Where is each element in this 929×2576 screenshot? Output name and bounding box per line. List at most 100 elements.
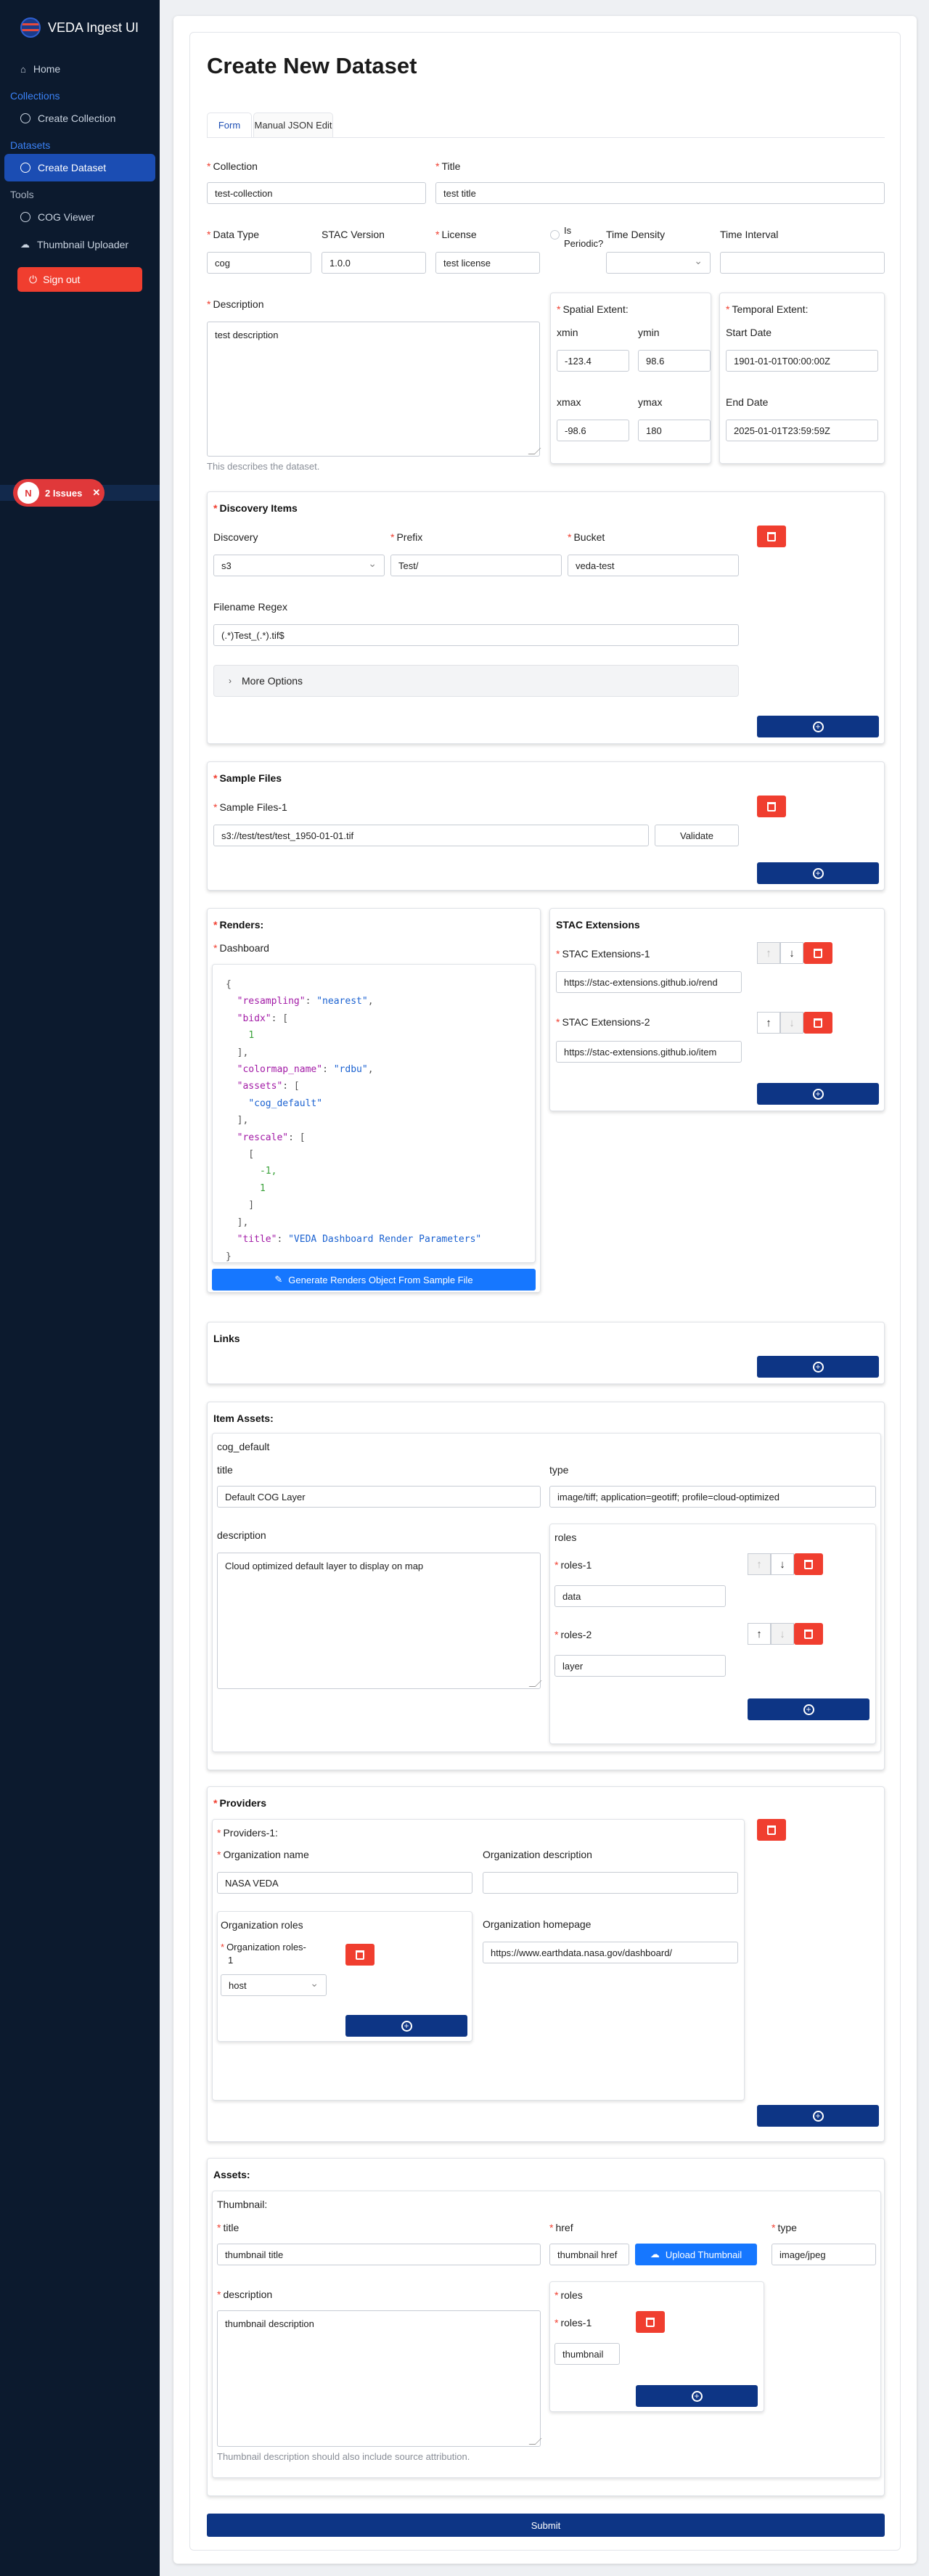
is-periodic-label: Is Periodic? — [564, 225, 604, 249]
add-link-button[interactable]: + — [757, 1356, 879, 1378]
org-homepage-input[interactable]: https://www.earthdata.nasa.gov/dashboard… — [483, 1942, 738, 1963]
asset-description-textarea[interactable]: Cloud optimized default layer to display… — [217, 1553, 541, 1689]
delete-button[interactable] — [636, 2311, 665, 2333]
issues-badge[interactable]: N 2 Issues ✕ — [13, 479, 105, 507]
arrow-up-icon: ↑ — [766, 946, 772, 960]
nav-group-collections: Collections — [10, 90, 60, 102]
stac-extensions-1-input[interactable]: https://stac-extensions.github.io/rend — [556, 971, 742, 993]
bucket-input[interactable]: veda-test — [568, 555, 739, 576]
move-down-button[interactable]: ↓ — [780, 1012, 803, 1034]
thumbnail-href-input[interactable]: thumbnail href — [549, 2244, 629, 2265]
roles-1-input[interactable]: data — [554, 1585, 726, 1607]
asset-title-input[interactable]: Default COG Layer — [217, 1486, 541, 1508]
dashboard-json-editor[interactable]: { "resampling": "nearest", "bidx": [ 1 ]… — [212, 964, 536, 1263]
discovery-select[interactable]: s3 — [213, 555, 385, 576]
delete-button[interactable] — [803, 1012, 832, 1034]
time-density-select[interactable] — [606, 252, 711, 274]
org-name-input[interactable]: NASA VEDA — [217, 1872, 472, 1894]
sidebar-item-cog-viewer[interactable]: COG Viewer — [0, 203, 160, 231]
add-thumbnail-role-button[interactable]: + — [636, 2385, 758, 2407]
sign-out-button[interactable]: ⏻ Sign out — [17, 267, 142, 292]
arrow-up-icon: ↑ — [766, 1016, 772, 1029]
org-role-select[interactable]: host — [221, 1974, 327, 1996]
move-down-button[interactable]: ↓ — [771, 1553, 794, 1575]
app-brand[interactable]: VEDA Ingest UI — [0, 0, 160, 55]
tab-form[interactable]: Form — [207, 113, 252, 137]
delete-button[interactable] — [757, 796, 786, 817]
end-date-input[interactable]: 2025-01-01T23:59:59Z — [726, 420, 878, 441]
sidebar-item-label: COG Viewer — [38, 211, 95, 223]
stac-extensions-2-input[interactable]: https://stac-extensions.github.io/item — [556, 1041, 742, 1063]
delete-button[interactable] — [345, 1944, 375, 1966]
time-interval-input[interactable] — [720, 252, 885, 274]
move-up-button[interactable]: ↑ — [757, 1012, 780, 1034]
providers-title: * Providers — [213, 1797, 267, 1809]
close-icon[interactable]: ✕ — [92, 487, 100, 499]
move-up-button[interactable]: ↑ — [748, 1623, 771, 1645]
prefix-input[interactable]: Test/ — [390, 555, 562, 576]
data-type-input[interactable]: cog — [207, 252, 311, 274]
validate-button[interactable]: Validate — [655, 825, 739, 846]
org-description-input[interactable] — [483, 1872, 738, 1894]
more-options-collapse[interactable]: › More Options — [213, 665, 739, 697]
delete-button[interactable] — [794, 1623, 823, 1645]
sidebar-nav: ⌂ Home Collections Create Collection Dat… — [0, 55, 160, 292]
delete-button[interactable] — [757, 526, 786, 547]
thumbnail-label: Thumbnail: — [217, 2199, 268, 2210]
filename-regex-input[interactable]: (.*)Test_(.*).tif$ — [213, 624, 739, 646]
asset-type-input[interactable]: image/tiff; application=geotiff; profile… — [549, 1486, 876, 1508]
ymin-input[interactable]: 98.6 — [638, 350, 711, 372]
move-up-button[interactable]: ↑ — [757, 942, 780, 964]
sidebar-item-thumbnail-uploader[interactable]: ☁ Thumbnail Uploader — [0, 231, 160, 258]
delete-button[interactable] — [794, 1553, 823, 1575]
collection-input[interactable]: test-collection — [207, 182, 426, 204]
add-org-role-button[interactable]: + — [345, 2015, 467, 2037]
thumbnail-roles-1-input[interactable]: thumbnail — [554, 2343, 620, 2365]
nav-group-tools: Tools — [10, 189, 34, 200]
trash-icon — [804, 1559, 813, 1569]
tab-manual-json-edit[interactable]: Manual JSON Edit — [253, 113, 333, 137]
xmin-input[interactable]: -123.4 — [557, 350, 629, 372]
delete-button[interactable] — [803, 942, 832, 964]
submit-button[interactable]: Submit — [207, 2514, 885, 2537]
sidebar-item-home[interactable]: ⌂ Home — [0, 55, 160, 83]
stac-version-input[interactable]: 1.0.0 — [322, 252, 426, 274]
delete-button[interactable] — [757, 1819, 786, 1841]
roles-label: roles — [554, 1532, 577, 1543]
add-role-button[interactable]: + — [748, 1698, 869, 1720]
roles-2-input[interactable]: layer — [554, 1655, 726, 1677]
sidebar-item-create-collection[interactable]: Create Collection — [0, 105, 160, 132]
thumbnail-type-input[interactable]: image/jpeg — [772, 2244, 876, 2265]
discovery-items-card: *Discovery Items Discovery s3 *Prefix Te… — [207, 491, 885, 744]
description-textarea[interactable]: test description — [207, 322, 540, 457]
title-input[interactable]: test title — [435, 182, 885, 204]
add-provider-button[interactable]: + — [757, 2105, 879, 2127]
sidebar-item-label: Thumbnail Uploader — [37, 239, 129, 250]
upload-thumbnail-button[interactable]: ☁ Upload Thumbnail — [635, 2244, 757, 2265]
xmax-input[interactable]: -98.6 — [557, 420, 629, 441]
generate-renders-button[interactable]: ✎ Generate Renders Object From Sample Fi… — [212, 1269, 536, 1291]
providers-1-label: * Providers-1: — [217, 1827, 278, 1839]
thumbnail-description-textarea[interactable]: thumbnail description — [217, 2310, 541, 2447]
move-up-button[interactable]: ↑ — [748, 1553, 771, 1575]
chevron-right-icon: › — [229, 676, 232, 686]
add-sample-file-button[interactable]: + — [757, 862, 879, 884]
spatial-extent-card: * Spatial Extent: xmin -123.4 ymin 98.6 x… — [550, 293, 711, 464]
add-discovery-item-button[interactable]: + — [757, 716, 879, 737]
sample-file-input[interactable]: s3://test/test/test_1950-01-01.tif — [213, 825, 649, 846]
temporal-extent-title: * Temporal Extent: — [726, 303, 809, 315]
arrow-up-icon: ↑ — [756, 1627, 762, 1640]
add-stac-extension-button[interactable]: + — [757, 1083, 879, 1105]
trash-icon — [767, 801, 776, 811]
move-down-button[interactable]: ↓ — [771, 1623, 794, 1645]
prefix-label: * Prefix — [390, 531, 423, 543]
trash-icon — [356, 1950, 364, 1960]
move-down-button[interactable]: ↓ — [780, 942, 803, 964]
ymax-input[interactable]: 180 — [638, 420, 711, 441]
page-title: Create New Dataset — [207, 53, 417, 78]
license-input[interactable]: test license — [435, 252, 540, 274]
thumbnail-title-input[interactable]: thumbnail title — [217, 2244, 541, 2265]
sidebar-item-create-dataset[interactable]: Create Dataset — [4, 154, 155, 181]
is-periodic-checkbox[interactable] — [550, 230, 560, 240]
start-date-input[interactable]: 1901-01-01T00:00:00Z — [726, 350, 878, 372]
